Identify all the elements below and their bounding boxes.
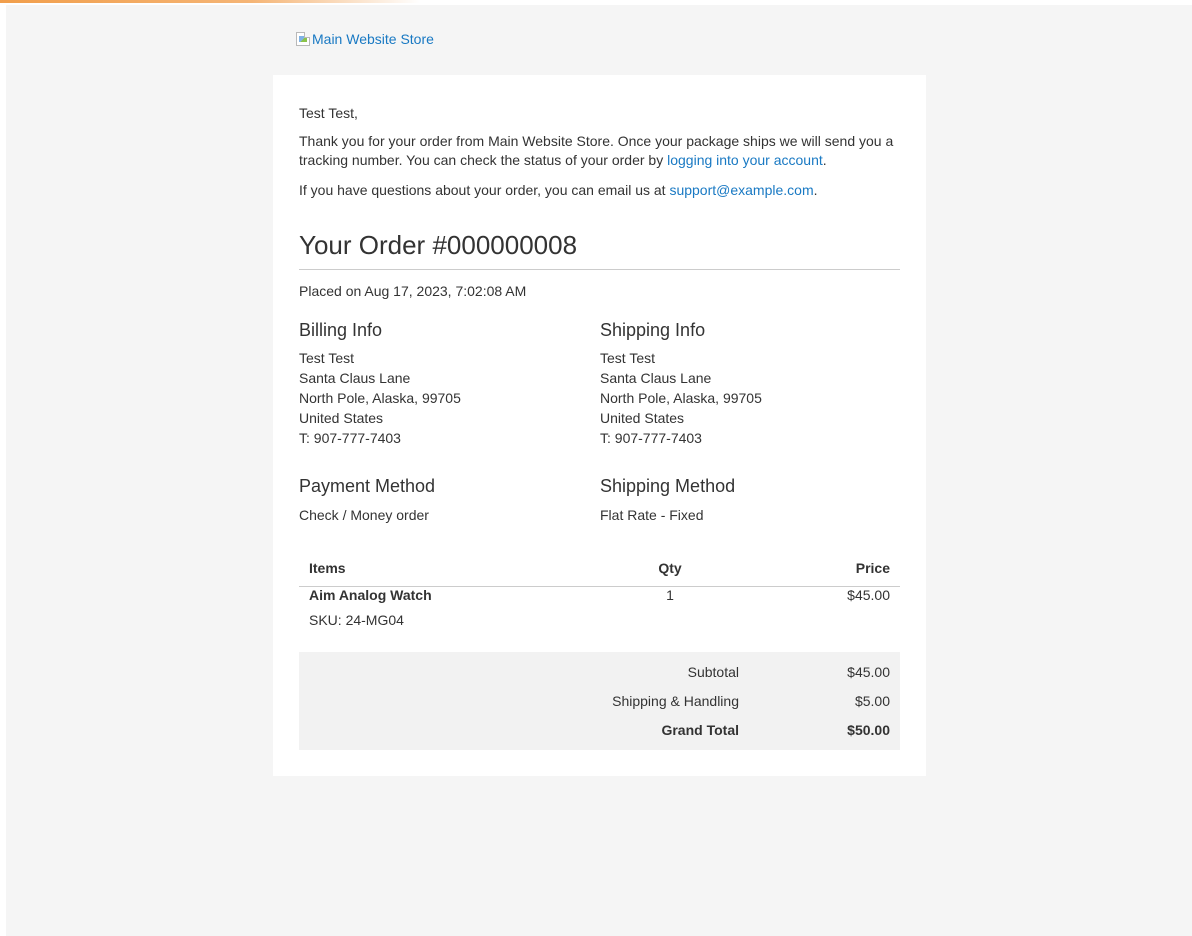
top-accent-bar xyxy=(0,0,420,3)
shipping-handling-row: Shipping & Handling $5.00 xyxy=(299,693,900,713)
shipping-address: Test Test Santa Claus Lane North Pole, A… xyxy=(600,348,900,448)
subtotal-value: $45.00 xyxy=(847,664,890,680)
questions-text: If you have questions about your order, … xyxy=(299,182,670,198)
email-body-card: Test Test, Thank you for your order from… xyxy=(273,75,926,776)
item-price: $45.00 xyxy=(847,587,890,603)
billing-address: Test Test Santa Claus Lane North Pole, A… xyxy=(299,348,599,448)
shipping-city: North Pole, Alaska, 99705 xyxy=(600,390,762,406)
shipping-method-section: Shipping Method Flat Rate - Fixed xyxy=(600,474,900,525)
shipping-phone: T: 907-777-7403 xyxy=(600,430,702,446)
billing-phone: T: 907-777-7403 xyxy=(299,430,401,446)
questions-end: . xyxy=(813,182,818,198)
grand-total-row: Grand Total $50.00 xyxy=(299,722,900,742)
shipping-method-value: Flat Rate - Fixed xyxy=(600,507,704,523)
support-email-link[interactable]: support@example.com xyxy=(669,182,813,198)
table-row: Aim Analog Watch SKU: 24-MG04 1 $45.00 xyxy=(299,587,900,639)
item-name: Aim Analog Watch xyxy=(309,587,432,603)
greeting-text: Test Test, xyxy=(299,105,358,121)
thanks-end: . xyxy=(822,152,827,168)
email-canvas: Main Website Store Test Test, Thank you … xyxy=(6,5,1192,936)
payment-method-section: Payment Method Check / Money order xyxy=(299,474,599,525)
title-divider xyxy=(299,269,900,270)
items-header-row: Items Qty Price xyxy=(299,550,900,587)
billing-info-section: Billing Info Test Test Santa Claus Lane … xyxy=(299,318,599,448)
shipping-handling-value: $5.00 xyxy=(854,693,890,709)
subtotal-row: Subtotal $45.00 xyxy=(299,664,900,684)
shipping-info-section: Shipping Info Test Test Santa Claus Lane… xyxy=(600,318,900,448)
billing-city: North Pole, Alaska, 99705 xyxy=(299,390,461,406)
payment-method-heading: Payment Method xyxy=(299,476,436,496)
billing-country: United States xyxy=(299,410,384,426)
store-logo-link[interactable]: Main Website Store xyxy=(312,31,434,47)
billing-info-heading: Billing Info xyxy=(299,320,383,340)
shipping-info-heading: Shipping Info xyxy=(600,320,706,340)
price-column-header: Price xyxy=(740,550,900,587)
shipping-method-heading: Shipping Method xyxy=(600,476,736,496)
shipping-handling-label: Shipping & Handling xyxy=(612,693,739,709)
qty-column-header: Qty xyxy=(600,550,740,587)
items-column-header: Items xyxy=(299,550,600,587)
payment-method-value: Check / Money order xyxy=(299,507,429,523)
broken-image-icon xyxy=(296,32,310,46)
order-items-table: Items Qty Price Aim Analog Watch SKU: 24… xyxy=(299,550,900,639)
subtotal-label: Subtotal xyxy=(687,664,739,680)
order-totals: Subtotal $45.00 Shipping & Handling $5.0… xyxy=(299,652,900,750)
shipping-country: United States xyxy=(600,410,685,426)
billing-street: Santa Claus Lane xyxy=(299,370,411,386)
questions-paragraph: If you have questions about your order, … xyxy=(299,181,818,200)
item-cell: Aim Analog Watch SKU: 24-MG04 xyxy=(299,587,600,639)
billing-name: Test Test xyxy=(299,350,354,366)
email-header: Main Website Store xyxy=(296,31,434,47)
grand-total-label: Grand Total xyxy=(661,722,739,738)
shipping-name: Test Test xyxy=(600,350,655,366)
shipping-street: Santa Claus Lane xyxy=(600,370,712,386)
order-placed-date: Placed on Aug 17, 2023, 7:02:08 AM xyxy=(299,283,527,299)
thanks-paragraph: Thank you for your order from Main Websi… xyxy=(299,132,900,170)
order-title: Your Order #000000008 xyxy=(299,230,578,260)
item-sku: SKU: 24-MG04 xyxy=(309,612,404,628)
account-login-link[interactable]: logging into your account xyxy=(667,152,823,168)
item-qty: 1 xyxy=(666,587,674,603)
grand-total-value: $50.00 xyxy=(847,722,890,738)
